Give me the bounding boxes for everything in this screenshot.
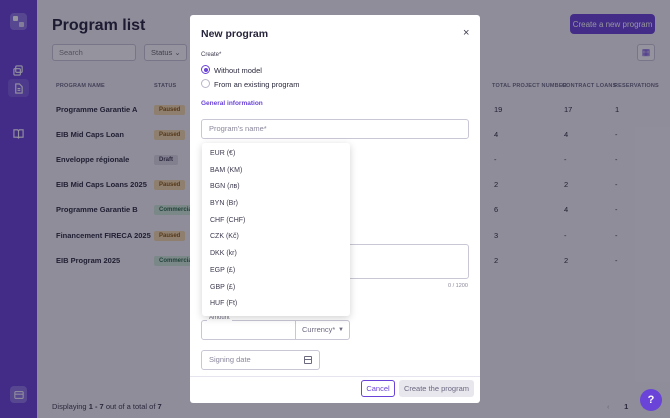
radio-existing-program-label[interactable]: From an existing program	[214, 80, 299, 89]
currency-option[interactable]: GBP (£)	[202, 280, 350, 297]
create-program-submit-button[interactable]: Create the program	[399, 380, 474, 397]
currency-option[interactable]: HUF (Ft)	[202, 296, 350, 313]
currency-option[interactable]: BYN (Br)	[202, 196, 350, 213]
calendar-icon[interactable]	[304, 356, 312, 364]
currency-option[interactable]: BGN (лв)	[202, 179, 350, 196]
currency-option[interactable]: DKK (kr)	[202, 246, 350, 263]
radio-without-model-label[interactable]: Without model	[214, 66, 262, 75]
cancel-button[interactable]: Cancel	[361, 380, 395, 397]
close-icon[interactable]: ×	[463, 28, 469, 39]
currency-option[interactable]: CHF (CHF)	[202, 213, 350, 230]
currency-option[interactable]: CZK (Kč)	[202, 229, 350, 246]
chevron-down-icon: ▼	[338, 327, 344, 333]
program-name-input[interactable]: Program's name*	[201, 119, 469, 139]
radio-without-model[interactable]	[201, 65, 210, 74]
help-button[interactable]: ?	[640, 389, 662, 411]
currency-option[interactable]: EGP (£)	[202, 263, 350, 280]
amount-input[interactable]	[201, 320, 296, 340]
modal-title: New program	[201, 28, 269, 40]
description-textarea[interactable]	[347, 244, 469, 279]
currency-placeholder: Currency*	[302, 325, 336, 334]
signing-date-placeholder: Signing date	[209, 355, 251, 364]
section-general-information: General information	[201, 100, 263, 107]
currency-option[interactable]: EUR (€)	[202, 146, 350, 163]
currency-option[interactable]: BAM (KM)	[202, 163, 350, 180]
signing-date-input[interactable]: Signing date	[201, 350, 320, 370]
currency-dropdown: EUR (€) BAM (KM) BGN (лв) BYN (Br) CHF (CHF)…	[202, 143, 350, 316]
radio-existing-program[interactable]	[201, 79, 210, 88]
currency-select[interactable]: Currency* ▼	[295, 320, 350, 340]
create-label: Create*	[201, 52, 222, 58]
character-counter: 0 / 1200	[448, 283, 468, 289]
